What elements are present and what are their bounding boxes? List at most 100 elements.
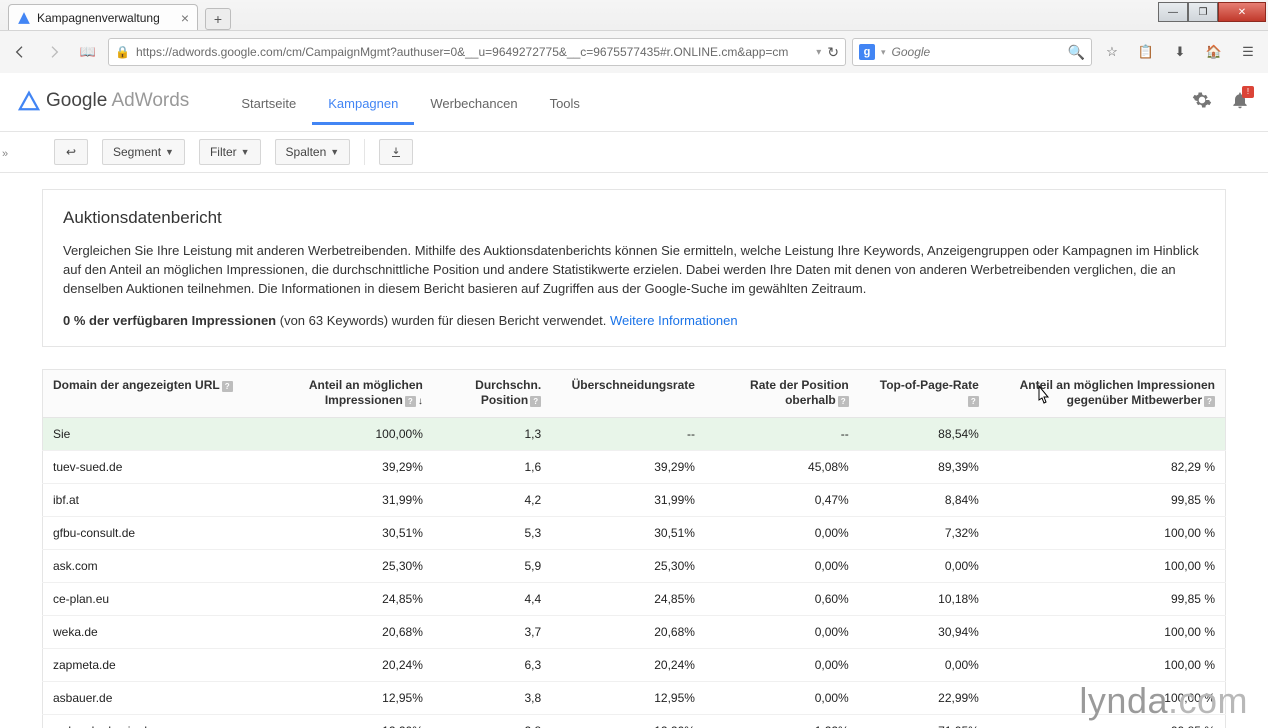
table-row[interactable]: weka.de20,68%3,720,68%0,00%30,94%100,00 … (43, 615, 1226, 648)
info-link[interactable]: Weitere Informationen (610, 313, 738, 328)
forward-button[interactable] (40, 38, 68, 66)
header-url[interactable]: Domain der angezeigten URL? (43, 369, 244, 417)
menu-icon[interactable]: ☰ (1234, 38, 1262, 66)
notifications-icon[interactable]: ! (1230, 90, 1250, 113)
cell-top: 89,39% (859, 450, 989, 483)
downloads-icon[interactable]: ⬇ (1166, 38, 1194, 66)
clipboard-icon[interactable]: 📋 (1132, 38, 1160, 66)
header-position[interactable]: Durchschn. Position? (433, 369, 551, 417)
columns-dropdown[interactable]: Spalten▼ (275, 139, 351, 165)
nav-kampagnen[interactable]: Kampagnen (312, 78, 414, 125)
maximize-button[interactable]: ❐ (1188, 2, 1218, 22)
help-icon[interactable]: ? (405, 396, 416, 407)
help-icon[interactable]: ? (968, 396, 979, 407)
table-row[interactable]: tuev-sued.de39,29%1,639,29%45,08%89,39%8… (43, 450, 1226, 483)
help-icon[interactable]: ? (530, 396, 541, 407)
google-search-provider-icon: g (859, 44, 875, 60)
cell-above: 0,00% (705, 516, 859, 549)
info-box: Auktionsdatenbericht Vergleichen Sie Ihr… (42, 189, 1226, 347)
header-impressions[interactable]: Anteil an möglichen Impressionen?↓ (244, 369, 433, 417)
cell-pos: 4,4 (433, 582, 551, 615)
expand-sidebar-icon[interactable]: » (2, 148, 8, 160)
close-window-button[interactable]: ✕ (1218, 2, 1266, 22)
table-row[interactable]: Sie100,00%1,3----88,54% (43, 417, 1226, 450)
cell-url: gfbu-consult.de (43, 516, 244, 549)
auction-data-table: Domain der angezeigten URL? Anteil an mö… (42, 369, 1226, 728)
minimize-button[interactable]: — (1158, 2, 1188, 22)
header-overlap[interactable]: Überschneidungsrate (551, 369, 705, 417)
cell-impr: 12,95% (244, 681, 433, 714)
table-row[interactable]: zapmeta.de20,24%6,320,24%0,00%0,00%100,0… (43, 648, 1226, 681)
cell-over: -- (551, 417, 705, 450)
download-button[interactable] (379, 139, 413, 165)
cell-above: 45,08% (705, 450, 859, 483)
help-icon[interactable]: ? (838, 396, 849, 407)
help-icon[interactable]: ? (222, 381, 233, 392)
gear-icon[interactable] (1192, 90, 1212, 113)
dropdown-icon[interactable]: ▾ (816, 47, 821, 58)
search-icon[interactable]: 🔍 (1068, 44, 1085, 61)
cell-top: 30,94% (859, 615, 989, 648)
nav-tools[interactable]: Tools (534, 78, 596, 125)
back-button[interactable] (6, 38, 34, 66)
new-tab-button[interactable]: + (205, 8, 231, 30)
cell-out: 82,29 % (989, 450, 1226, 483)
cell-top: 10,18% (859, 582, 989, 615)
url-bar[interactable]: 🔒 https://adwords.google.com/cm/Campaign… (108, 38, 846, 66)
cell-pos: 1,3 (433, 417, 551, 450)
cell-top: 22,99% (859, 681, 989, 714)
info-paragraph: Vergleichen Sie Ihre Leistung mit andere… (63, 242, 1205, 299)
cell-url: zapmeta.de (43, 648, 244, 681)
cell-above: 0,00% (705, 615, 859, 648)
table-row[interactable]: weka-akademie.de12,20%2,812,20%1,22%71,9… (43, 714, 1226, 728)
cell-pos: 5,3 (433, 516, 551, 549)
cell-url: ibf.at (43, 483, 244, 516)
table-row[interactable]: ibf.at31,99%4,231,99%0,47%8,84%99,85 % (43, 483, 1226, 516)
header-outranking[interactable]: Anteil an möglichen Impressionen gegenüb… (989, 369, 1226, 417)
adwords-favicon-icon (17, 11, 31, 25)
toolbar-divider (364, 139, 365, 165)
segment-dropdown[interactable]: Segment▼ (102, 139, 185, 165)
search-input[interactable] (892, 45, 1062, 59)
cell-impr: 100,00% (244, 417, 433, 450)
cell-out (989, 417, 1226, 450)
home-icon[interactable]: 🏠 (1200, 38, 1228, 66)
info-summary: 0 % der verfügbaren Impressionen (von 63… (63, 313, 1205, 328)
adwords-logo-text: Google AdWords (46, 90, 189, 112)
cell-above: 0,60% (705, 582, 859, 615)
cell-impr: 30,51% (244, 516, 433, 549)
cell-impr: 39,29% (244, 450, 433, 483)
header-above-rate[interactable]: Rate der Position oberhalb? (705, 369, 859, 417)
browser-chrome: — ❐ ✕ Kampagnenverwaltung × + 📖 🔒 https:… (0, 0, 1268, 73)
table-row[interactable]: ask.com25,30%5,925,30%0,00%0,00%100,00 % (43, 549, 1226, 582)
table-row[interactable]: asbauer.de12,95%3,812,95%0,00%22,99%100,… (43, 681, 1226, 714)
cell-url: ask.com (43, 549, 244, 582)
cell-pos: 5,9 (433, 549, 551, 582)
reload-icon[interactable]: ↻ (827, 44, 839, 61)
header-top-of-page[interactable]: Top-of-Page-Rate? (859, 369, 989, 417)
cell-out: 99,85 % (989, 483, 1226, 516)
cell-impr: 12,20% (244, 714, 433, 728)
browser-search-bar[interactable]: g ▾ 🔍 (852, 38, 1092, 66)
reader-mode-icon[interactable]: 📖 (74, 38, 102, 66)
notifications-badge: ! (1242, 86, 1254, 98)
table-row[interactable]: ce-plan.eu24,85%4,424,85%0,60%10,18%99,8… (43, 582, 1226, 615)
cell-out: 100,00 % (989, 549, 1226, 582)
cell-above: -- (705, 417, 859, 450)
adwords-logo[interactable]: Google AdWords (18, 90, 189, 112)
filter-dropdown[interactable]: Filter▼ (199, 139, 261, 165)
bookmark-star-icon[interactable]: ☆ (1098, 38, 1126, 66)
tab-close-icon[interactable]: × (181, 10, 189, 26)
tab-bar: Kampagnenverwaltung × + (0, 0, 1268, 30)
nav-startseite[interactable]: Startseite (225, 78, 312, 125)
info-bold: 0 % der verfügbaren Impressionen (63, 313, 276, 328)
nav-werbechancen[interactable]: Werbechancen (414, 78, 533, 125)
cell-over: 20,68% (551, 615, 705, 648)
help-icon[interactable]: ? (1204, 396, 1215, 407)
cell-above: 0,00% (705, 549, 859, 582)
table-row[interactable]: gfbu-consult.de30,51%5,330,51%0,00%7,32%… (43, 516, 1226, 549)
cell-impr: 25,30% (244, 549, 433, 582)
search-dropdown-icon[interactable]: ▾ (881, 47, 886, 58)
browser-tab[interactable]: Kampagnenverwaltung × (8, 4, 198, 30)
back-arrow-button[interactable]: ↩ (54, 139, 88, 165)
